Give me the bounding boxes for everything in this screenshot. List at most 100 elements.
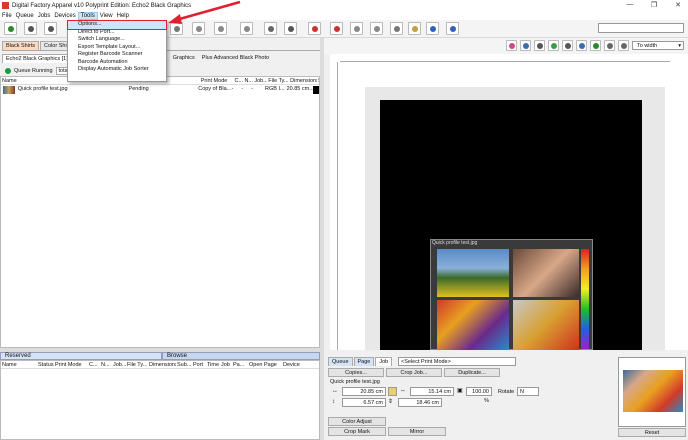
zoom-out-button[interactable] — [618, 40, 629, 51]
preview-image — [623, 370, 683, 412]
selected-file-name: Quick profile test.jpg — [330, 379, 380, 385]
mirror-button[interactable]: Mirror — [388, 427, 446, 436]
crop-job-button[interactable]: Crop Job... — [386, 368, 442, 377]
copies-button[interactable]: Copies... — [328, 368, 384, 377]
tools-button[interactable] — [562, 40, 573, 51]
minimize-button[interactable]: — — [622, 1, 638, 8]
calibrate-button[interactable] — [426, 22, 439, 35]
width-field[interactable]: 15.14 cm — [410, 387, 454, 396]
tab-plus-advanced-black-photo[interactable]: Plus Advanced Black Photo — [199, 54, 272, 63]
color-button[interactable] — [408, 22, 421, 35]
printer-icon — [174, 26, 180, 32]
fill-button[interactable] — [548, 40, 559, 51]
scale-field[interactable]: 100.00 % — [466, 387, 492, 404]
col-status[interactable]: Status — [37, 361, 54, 368]
zoom-select[interactable]: To width ▾ — [632, 41, 684, 50]
image-fruits — [437, 300, 509, 350]
tab-graphics[interactable]: Graphics — [170, 54, 198, 63]
duplicate-button[interactable]: Duplicate... — [444, 368, 500, 377]
menu-item-register-barcode-scanner[interactable]: Register Barcode Scanner — [68, 51, 166, 59]
color-adjust-button[interactable]: Color Adjust — [328, 417, 386, 426]
menu-tools[interactable]: Tools — [77, 11, 98, 20]
col-time[interactable]: Time — [206, 361, 220, 368]
tab-queue[interactable]: Queue — [328, 357, 353, 366]
image-button[interactable] — [590, 40, 601, 51]
col-device[interactable]: Device — [282, 361, 304, 368]
col-port[interactable]: Port — [192, 361, 206, 368]
menu-item-switch-language[interactable]: Switch Language... — [68, 36, 166, 44]
col-sub[interactable]: Sub... — [176, 361, 192, 368]
col-dimensions[interactable]: Dimensions — [289, 77, 317, 84]
col-dimensions[interactable]: Dimensions — [148, 361, 176, 368]
print-mode-select[interactable]: <Select Print Mode> — [398, 357, 516, 366]
job-button[interactable] — [214, 22, 227, 35]
height-field[interactable]: 18.46 cm — [398, 398, 442, 407]
col-print-mode[interactable]: Print Mode — [54, 361, 88, 368]
tab-black-shirts[interactable]: Black Shirts — [2, 41, 40, 50]
close-button[interactable]: ✕ — [670, 1, 686, 9]
device-button[interactable] — [390, 22, 403, 35]
lock-icon[interactable] — [388, 387, 397, 396]
menu-item-barcode-automation[interactable]: Barcode Automation — [68, 59, 166, 67]
crop-button[interactable] — [534, 40, 545, 51]
menu-queue[interactable]: Queue — [14, 13, 36, 19]
search-input[interactable] — [598, 23, 684, 33]
menu-jobs[interactable]: Jobs — [36, 13, 53, 19]
col-file-type[interactable]: File Ty... — [126, 361, 148, 368]
menu-devices[interactable]: Devices — [52, 13, 77, 19]
col-job[interactable]: Job... — [253, 77, 267, 84]
menu-view[interactable]: View — [98, 13, 115, 19]
col-c[interactable]: C... — [234, 77, 244, 84]
menu-item-direct-to-port[interactable]: Direct to Port... — [68, 29, 166, 37]
col-print-mode[interactable]: Print Mode — [200, 77, 234, 84]
col-c[interactable]: C... — [88, 361, 100, 368]
delete-button[interactable] — [308, 22, 321, 35]
tab-browse[interactable]: Browse — [162, 352, 320, 360]
col-pa[interactable]: Pa... — [232, 361, 248, 368]
col-n[interactable]: N... — [100, 361, 112, 368]
tab-reserved[interactable]: Reserved — [0, 352, 162, 360]
table-row[interactable]: Quick profile test.jpg Pending Copy of B… — [1, 85, 319, 94]
placed-image[interactable] — [430, 239, 593, 350]
col-job-2[interactable]: Job — [220, 361, 232, 368]
settings-button[interactable] — [264, 22, 277, 35]
col-open-page[interactable]: Open Page — [248, 361, 282, 368]
reset-button[interactable]: Reset — [618, 428, 686, 437]
print-button[interactable] — [170, 22, 183, 35]
tab-page[interactable]: Page — [353, 357, 375, 366]
restore-button[interactable]: ❐ — [646, 1, 662, 9]
rip-button[interactable] — [350, 22, 363, 35]
col-name[interactable]: Name — [1, 361, 37, 368]
rotate-select[interactable]: N — [517, 387, 539, 396]
import-button[interactable] — [44, 22, 57, 35]
x-position-field[interactable]: 20.85 cm — [342, 387, 386, 396]
menu-item-display-automatic-job-sorter[interactable]: Display Automatic Job Sorter — [68, 66, 166, 74]
zoom-in-button[interactable] — [604, 40, 615, 51]
cancel-button[interactable] — [284, 22, 297, 35]
align-button[interactable] — [576, 40, 587, 51]
preview-button[interactable] — [370, 22, 383, 35]
crop-mark-button[interactable]: Crop Mark — [328, 427, 386, 436]
export-button[interactable] — [240, 22, 253, 35]
tab-job[interactable]: Job — [375, 357, 393, 366]
menu-help[interactable]: Help — [115, 13, 131, 19]
y-position-field[interactable]: 6.57 cm — [342, 398, 386, 407]
layout-button[interactable] — [192, 22, 205, 35]
col-n[interactable]: N... — [243, 77, 253, 84]
col-sub[interactable]: Su — [317, 77, 319, 84]
layer-button[interactable] — [520, 40, 531, 51]
col-job[interactable]: Job... — [112, 361, 126, 368]
open-button[interactable] — [24, 22, 37, 35]
col-file-type[interactable]: File Ty... — [267, 77, 289, 84]
menu-item-options[interactable]: Options... — [67, 20, 167, 30]
hold-button[interactable] — [330, 22, 343, 35]
info-button[interactable] — [446, 22, 459, 35]
color-layer-button[interactable] — [506, 40, 517, 51]
menu-item-export-template-layout[interactable]: Export Template Layout... — [68, 44, 166, 52]
job-print-mode: Copy of Bla... — [198, 86, 231, 92]
new-job-button[interactable] — [4, 22, 17, 35]
tab-echo2-black-graphics[interactable]: Echo2 Black Graphics [1] — [2, 54, 72, 63]
menu-file[interactable]: File — [0, 13, 14, 19]
running-icon — [5, 68, 11, 74]
cancel-icon — [288, 26, 294, 32]
